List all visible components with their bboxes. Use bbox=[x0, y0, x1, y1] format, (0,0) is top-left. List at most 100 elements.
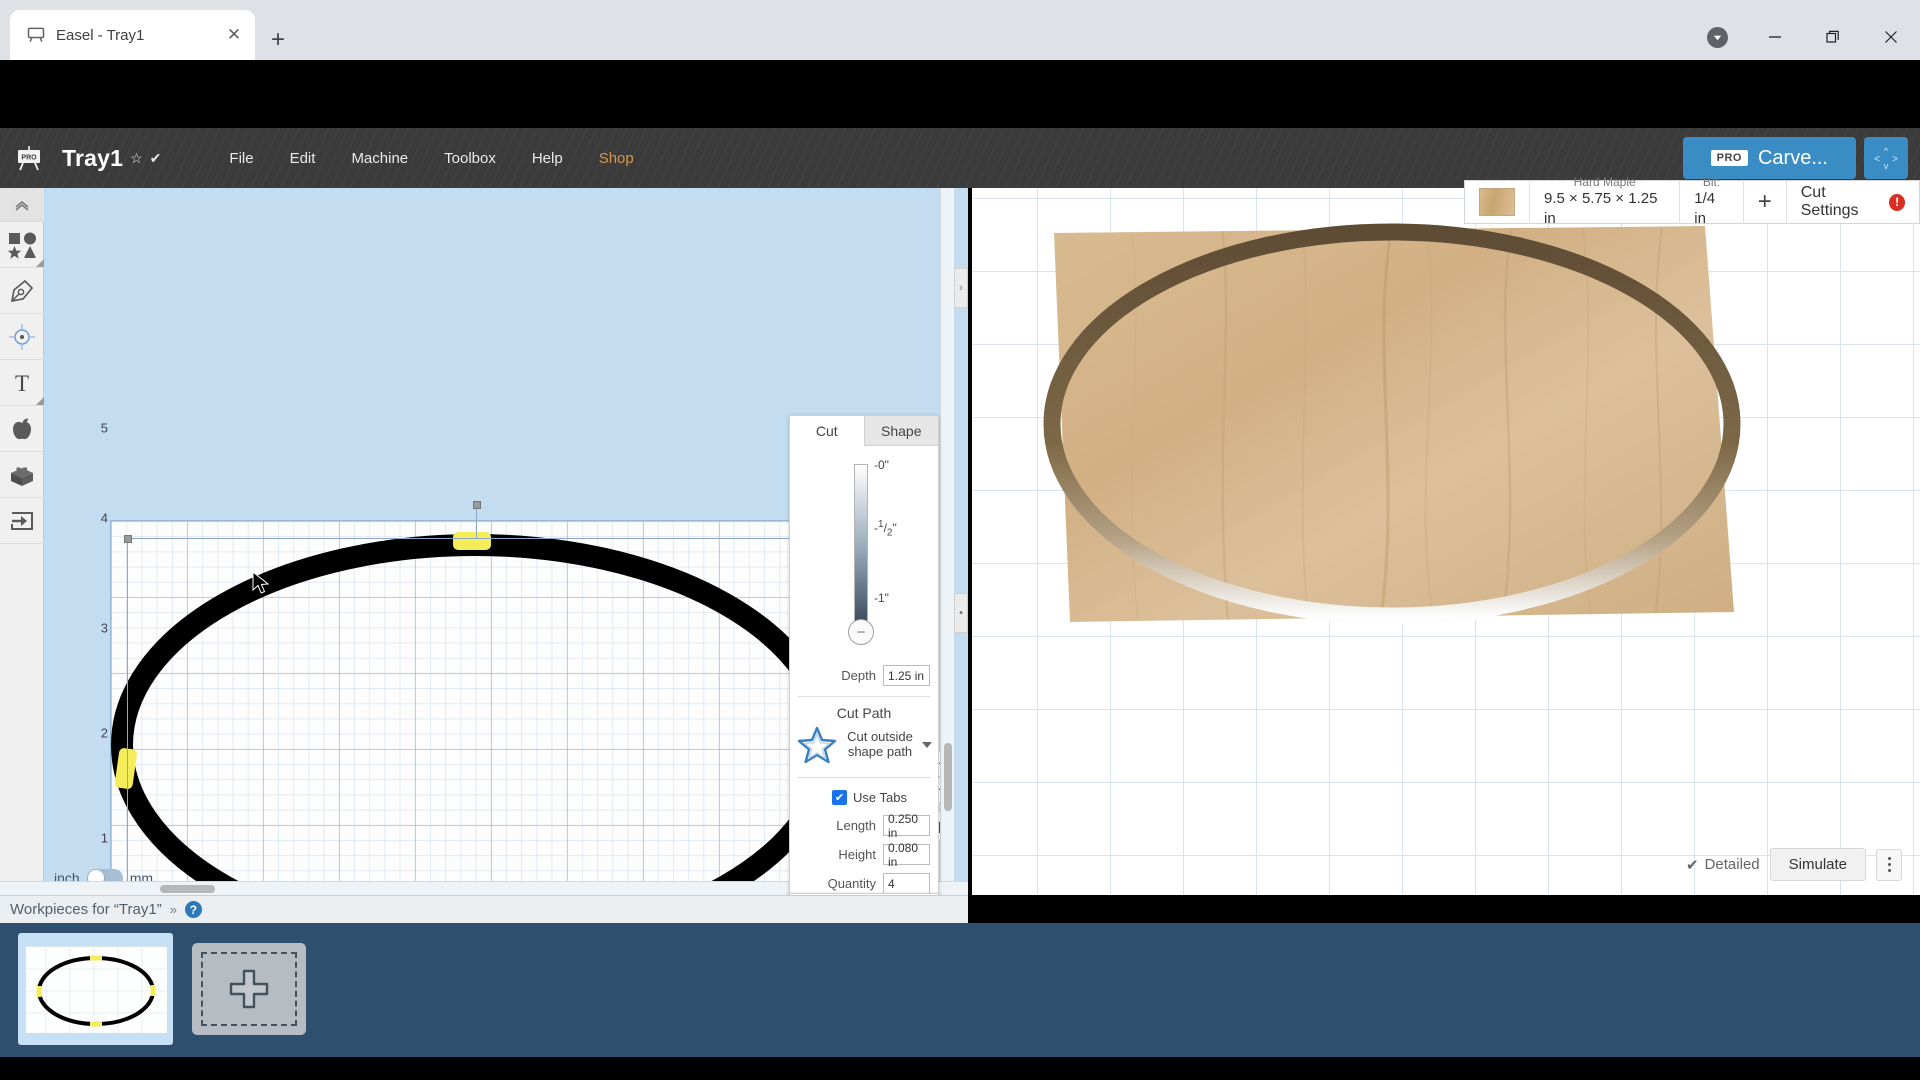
bit-value: 1/4 in bbox=[1694, 189, 1728, 228]
depth-label: Depth bbox=[841, 668, 876, 683]
add-bit-button[interactable]: + bbox=[1744, 180, 1787, 224]
use-tabs-row[interactable]: ✔ Use Tabs bbox=[790, 784, 938, 811]
tab-height-input[interactable]: 0.080 in bbox=[883, 844, 930, 865]
vertical-scrollbar-thumb[interactable] bbox=[944, 743, 952, 811]
resize-handle-tl[interactable] bbox=[124, 535, 132, 543]
jog-controls-button[interactable]: ^ v < > bbox=[1864, 137, 1908, 179]
easel-pro-logo-icon[interactable]: PRO bbox=[12, 142, 46, 174]
divider bbox=[798, 696, 930, 697]
tab-shape[interactable]: Shape bbox=[864, 416, 939, 446]
menu-edit[interactable]: Edit bbox=[272, 144, 334, 173]
vertical-scrollbar[interactable] bbox=[940, 188, 954, 881]
shapes-tool-button[interactable] bbox=[0, 222, 44, 268]
horizontal-scrollbar-thumb[interactable] bbox=[160, 885, 215, 893]
saved-check-icon: ✔ bbox=[150, 150, 162, 167]
workpiece-preview-icon bbox=[26, 947, 167, 1033]
window-close-button[interactable] bbox=[1862, 14, 1920, 60]
3d-preview[interactable] bbox=[972, 188, 1920, 895]
depth-slider[interactable]: -0" -1/2" -1" − bbox=[790, 446, 938, 661]
panel-collapse-mid[interactable]: • bbox=[954, 593, 968, 633]
ruler-v-label: 3 bbox=[101, 621, 108, 636]
use-tabs-checkbox[interactable]: ✔ bbox=[832, 790, 847, 805]
ruler-v-label: 2 bbox=[101, 726, 108, 741]
detailed-toggle[interactable]: ✔ Detailed bbox=[1686, 856, 1760, 874]
workpiece-thumbnail-canvas bbox=[25, 946, 166, 1032]
workpiece-thumbnail-1[interactable] bbox=[18, 933, 173, 1045]
cut-path-line2: shape path bbox=[842, 745, 918, 760]
depth-input[interactable]: 1.25 in bbox=[883, 665, 930, 686]
carve-button[interactable]: PRO Carve... bbox=[1683, 137, 1856, 179]
cut-settings-panel: Cut Shape -0" -1/2" -1" − Depth 1.25 in … bbox=[789, 415, 939, 905]
tool-expand-corner bbox=[36, 259, 44, 267]
four-arrows-icon: ^ v < > bbox=[1873, 145, 1899, 171]
vertical-ruler: 5 4 3 2 1 0 bbox=[88, 368, 110, 895]
tab-quantity-input[interactable]: 4 bbox=[883, 873, 930, 894]
chevron-up-icon bbox=[14, 199, 30, 211]
tab-length-label: Length bbox=[836, 818, 876, 833]
chevron-double-down-icon[interactable]: » bbox=[170, 902, 177, 917]
chevron-down-icon[interactable] bbox=[922, 742, 932, 748]
text-tool-button[interactable]: T bbox=[0, 360, 44, 406]
plus-icon: + bbox=[1758, 190, 1772, 214]
preview-pane[interactable]: 0 1 2 3 4 5 6 7 8 9 10 11 ✔ Detailed Sim… bbox=[972, 188, 1920, 895]
star-outline-icon bbox=[796, 725, 838, 765]
tab-cut[interactable]: Cut bbox=[790, 416, 864, 446]
3d-carving-tool-button[interactable] bbox=[0, 452, 44, 498]
pen-tool-button[interactable] bbox=[0, 268, 44, 314]
material-name: Hard Maple bbox=[1574, 176, 1636, 190]
material-info-cell[interactable]: Hard Maple 9.5 × 5.75 × 1.25 in bbox=[1530, 180, 1680, 224]
close-icon[interactable]: ✕ bbox=[223, 24, 245, 46]
material-swatch bbox=[1479, 188, 1515, 216]
add-workpiece-button[interactable] bbox=[192, 943, 306, 1035]
header-actions: PRO Carve... ^ v < > bbox=[1683, 137, 1920, 179]
cut-path-selector[interactable]: Cut outside shape path bbox=[790, 725, 938, 771]
menu-file[interactable]: File bbox=[211, 144, 271, 173]
menu-machine[interactable]: Machine bbox=[333, 144, 426, 173]
svg-text:>: > bbox=[1892, 154, 1898, 165]
maximize-button[interactable] bbox=[1804, 14, 1862, 60]
tab-title: Easel - Tray1 bbox=[56, 27, 223, 44]
browser-chrome: Easel - Tray1 ✕ + bbox=[0, 0, 1920, 60]
tab-height-row: Height 0.080 in bbox=[790, 840, 938, 869]
slider-label-top: -0" bbox=[874, 458, 889, 472]
rotate-handle[interactable] bbox=[473, 501, 481, 509]
shapes-icon bbox=[7, 231, 37, 259]
bit-cell[interactable]: Bit: 1/4 in bbox=[1680, 180, 1743, 224]
menu-toolbox[interactable]: Toolbox bbox=[426, 144, 514, 173]
crosshair-icon bbox=[8, 323, 36, 351]
tab-height-label: Height bbox=[838, 847, 876, 862]
simulate-button[interactable]: Simulate bbox=[1770, 848, 1866, 881]
downloads-button[interactable] bbox=[1688, 14, 1746, 60]
page-title[interactable]: Tray1 bbox=[62, 145, 123, 172]
slider-half-num: 1 bbox=[878, 519, 884, 530]
kebab-dot bbox=[1888, 857, 1891, 860]
tab-length-input[interactable]: 0.250 in bbox=[883, 815, 930, 836]
depth-slider-knob[interactable]: − bbox=[848, 619, 874, 645]
import-tool-button[interactable] bbox=[0, 498, 44, 544]
depth-slider-track[interactable] bbox=[854, 464, 868, 624]
new-tab-button[interactable]: + bbox=[258, 20, 298, 60]
cut-settings-button[interactable]: Cut Settings ! bbox=[1787, 180, 1919, 224]
center-tool-button[interactable] bbox=[0, 314, 44, 360]
minimize-button[interactable] bbox=[1746, 14, 1804, 60]
cut-settings-label: Cut Settings bbox=[1801, 184, 1882, 220]
workpieces-header: Workpieces for “Tray1” » ? bbox=[0, 895, 968, 923]
svg-text:T: T bbox=[15, 371, 29, 396]
favorite-star-icon[interactable]: ☆ bbox=[130, 150, 143, 167]
material-swatch-cell[interactable] bbox=[1465, 180, 1530, 224]
toolbar-collapse-button[interactable] bbox=[0, 188, 44, 222]
panel-collapse-right[interactable]: › bbox=[954, 268, 968, 308]
alert-icon: ! bbox=[1889, 194, 1905, 211]
menu-help[interactable]: Help bbox=[514, 144, 581, 173]
bit-label: Bit: bbox=[1703, 176, 1720, 190]
footer-gap bbox=[0, 1057, 1920, 1080]
clipart-tool-button[interactable] bbox=[0, 406, 44, 452]
menu-shop[interactable]: Shop bbox=[581, 144, 652, 173]
browser-tab[interactable]: Easel - Tray1 ✕ bbox=[10, 10, 255, 60]
kebab-dot bbox=[1888, 869, 1891, 872]
ruler-v-label: 4 bbox=[101, 511, 108, 526]
more-options-button[interactable] bbox=[1876, 849, 1902, 881]
help-icon[interactable]: ? bbox=[185, 901, 202, 918]
slider-label-half: -1/2" bbox=[874, 519, 897, 538]
slider-half-unit: " bbox=[892, 521, 896, 535]
